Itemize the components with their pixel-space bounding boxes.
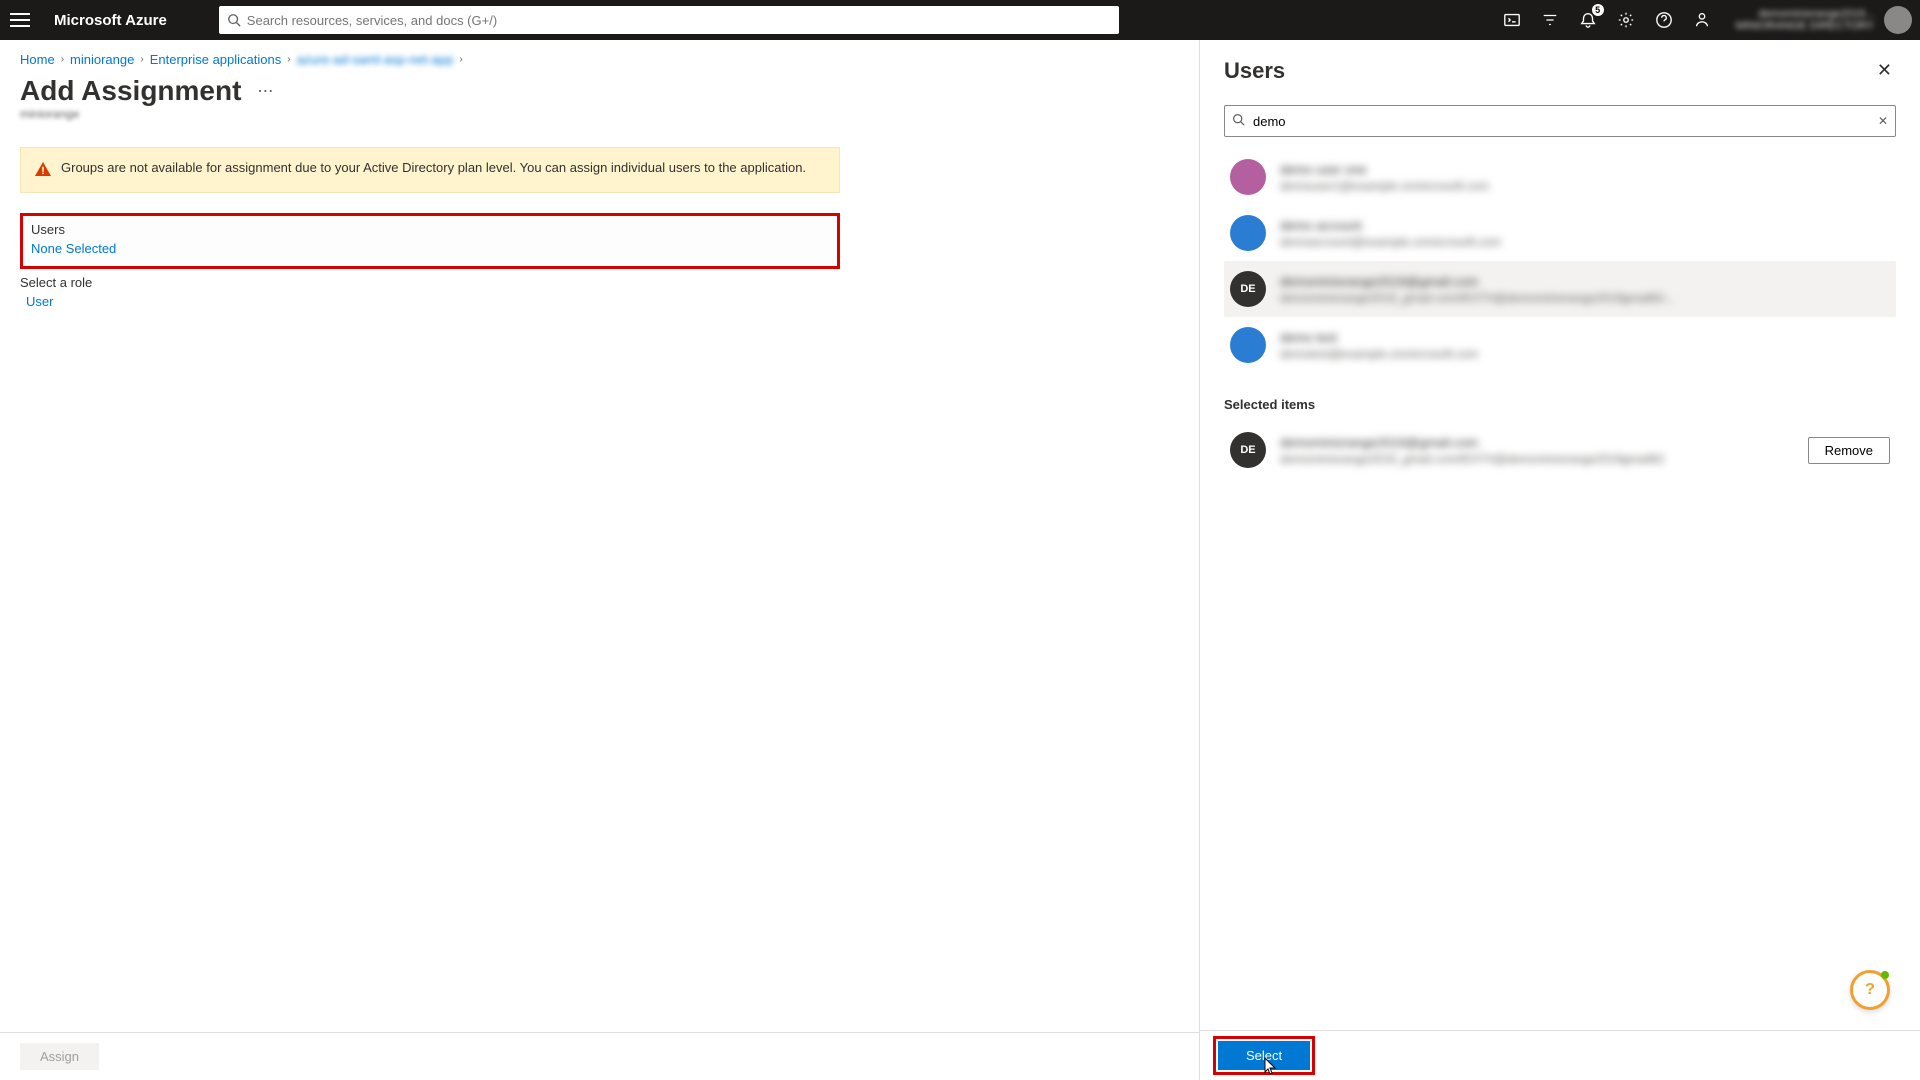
avatar[interactable] <box>1884 6 1912 34</box>
panel-search-input[interactable] <box>1224 105 1896 137</box>
breadcrumb-app[interactable]: azure-ad-saml-asp-net-app <box>297 52 454 67</box>
search-icon <box>1232 113 1245 129</box>
global-search[interactable] <box>219 6 1119 34</box>
more-actions-icon[interactable]: ⋯ <box>253 77 277 105</box>
user-email: demoaccount@example.onmicrosoft.com <box>1280 235 1890 249</box>
topbar-icons: 5 <box>1502 10 1712 30</box>
warning-icon <box>35 161 51 180</box>
user-name: demominiorange2019@gmail.com <box>1280 274 1890 289</box>
chevron-right-icon: › <box>61 54 64 65</box>
users-panel: Users ✕ ✕ demo user one demouser1@example… <box>1200 40 1920 1080</box>
role-value-link[interactable]: User <box>26 294 53 309</box>
account-name: demominiorange2019... <box>1736 8 1874 20</box>
global-search-input[interactable] <box>247 13 1111 28</box>
user-name: demominiorange2019@gmail.com <box>1280 435 1794 450</box>
users-selector-box[interactable]: Users None Selected <box>20 213 840 269</box>
left-footer: Assign <box>0 1032 1199 1080</box>
chevron-right-icon: › <box>459 54 462 65</box>
user-name: demo test <box>1280 330 1890 345</box>
selected-items-list: DE demominiorange2019@gmail.com demominior… <box>1200 420 1920 480</box>
user-avatar: DE <box>1230 432 1266 468</box>
breadcrumb-entapps[interactable]: Enterprise applications <box>150 52 282 67</box>
user-avatar <box>1230 215 1266 251</box>
notifications-icon[interactable]: 5 <box>1578 10 1598 30</box>
user-row[interactable]: DE demominiorange2019@gmail.com demominior… <box>1224 261 1896 317</box>
user-name: demo user one <box>1280 162 1890 177</box>
breadcrumb-home[interactable]: Home <box>20 52 55 67</box>
user-email: demominiorange2019_gmail.com#EXT#@demomi… <box>1280 452 1794 466</box>
page-subtitle: miniorange <box>0 107 1199 137</box>
user-avatar: DE <box>1230 271 1266 307</box>
right-footer: Select <box>1200 1030 1920 1080</box>
chevron-right-icon: › <box>140 54 143 65</box>
help-icon[interactable] <box>1654 10 1674 30</box>
menu-icon[interactable] <box>8 8 32 32</box>
user-email: demotest@example.onmicrosoft.com <box>1280 347 1890 361</box>
filter-icon[interactable] <box>1540 10 1560 30</box>
main-pane: Home › miniorange › Enterprise applicati… <box>0 40 1200 1080</box>
close-icon[interactable]: ✕ <box>1873 56 1896 85</box>
select-button[interactable]: Select <box>1218 1041 1310 1070</box>
selected-items-heading: Selected items <box>1224 397 1896 412</box>
account-menu[interactable]: demominiorange2019... MINIORANGE DIRECTO… <box>1736 6 1912 34</box>
clear-search-icon[interactable]: ✕ <box>1878 114 1888 128</box>
chevron-right-icon: › <box>287 54 290 65</box>
brand-label: Microsoft Azure <box>54 12 167 29</box>
user-avatar <box>1230 159 1266 195</box>
feedback-icon[interactable] <box>1692 10 1712 30</box>
warning-text: Groups are not available for assignment … <box>61 160 806 180</box>
notification-badge: 5 <box>1592 4 1604 16</box>
users-none-selected-link[interactable]: None Selected <box>31 241 116 256</box>
user-email: demominiorange2019_gmail.com#EXT#@demomi… <box>1280 291 1890 305</box>
remove-button[interactable]: Remove <box>1808 437 1890 464</box>
user-name: demo account <box>1280 218 1890 233</box>
search-icon <box>227 13 241 27</box>
user-list: demo user one demouser1@example.onmicroso… <box>1224 149 1896 373</box>
user-row[interactable]: demo user one demouser1@example.onmicroso… <box>1224 149 1896 205</box>
assign-button[interactable]: Assign <box>20 1043 99 1070</box>
panel-search: ✕ <box>1224 105 1896 137</box>
panel-title: Users <box>1224 58 1285 84</box>
page-title: Add Assignment <box>20 75 241 107</box>
help-float-icon[interactable]: ? <box>1850 970 1890 1010</box>
settings-icon[interactable] <box>1616 10 1636 30</box>
user-avatar <box>1230 327 1266 363</box>
cloud-shell-icon[interactable] <box>1502 10 1522 30</box>
users-label: Users <box>31 222 829 237</box>
user-row[interactable]: demo test demotest@example.onmicrosoft.co… <box>1224 317 1896 373</box>
user-row[interactable]: demo account demoaccount@example.onmicros… <box>1224 205 1896 261</box>
role-label: Select a role <box>20 275 840 290</box>
warning-banner: Groups are not available for assignment … <box>20 147 840 193</box>
breadcrumb-tenant[interactable]: miniorange <box>70 52 134 67</box>
user-email: demouser1@example.onmicrosoft.com <box>1280 179 1890 193</box>
account-directory: MINIORANGE DIRECTORY <box>1736 20 1874 32</box>
topbar: Microsoft Azure 5 demominiorange2019... … <box>0 0 1920 40</box>
breadcrumb: Home › miniorange › Enterprise applicati… <box>0 40 1199 71</box>
selected-item-row: DE demominiorange2019@gmail.com demominior… <box>1224 426 1896 474</box>
